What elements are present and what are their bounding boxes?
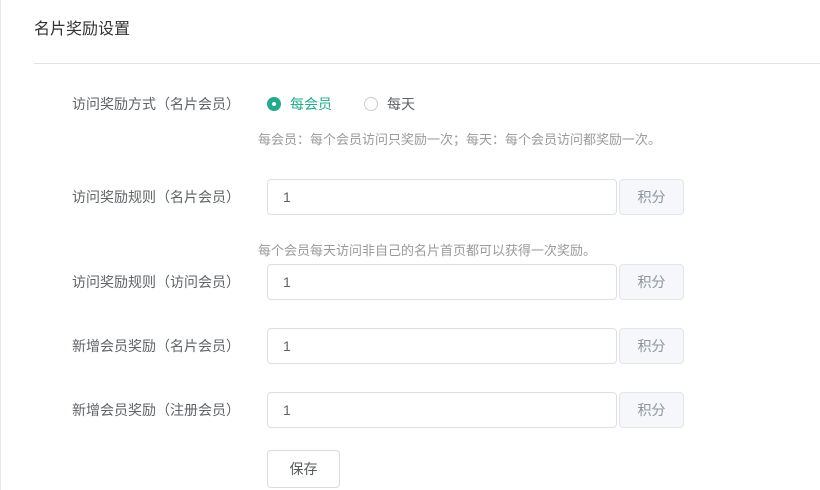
radio-unselected-icon[interactable] bbox=[364, 97, 378, 111]
radio-selected-icon[interactable] bbox=[267, 97, 281, 111]
field-label-visit-rule-card-member: 访问奖励规则（名片会员） bbox=[72, 179, 267, 215]
input-group: 积分 bbox=[267, 179, 684, 215]
points-input-new-member-registered[interactable] bbox=[267, 392, 617, 428]
points-input-visit-rule-card-member[interactable] bbox=[267, 179, 617, 215]
save-button[interactable]: 保存 bbox=[267, 450, 340, 488]
input-suffix-points: 积分 bbox=[619, 392, 684, 428]
input-group: 积分 bbox=[267, 328, 684, 364]
field-label-visit-rule-visitor-member: 访问奖励规则（访问会员） bbox=[72, 264, 267, 300]
field-label-visit-reward-mode: 访问奖励方式（名片会员） bbox=[72, 95, 267, 113]
input-suffix-points: 积分 bbox=[619, 264, 684, 300]
form-row-visit-rule-visitor-member: 访问奖励规则（访问会员） 积分 bbox=[1, 264, 820, 300]
points-input-visit-rule-visitor-member[interactable] bbox=[267, 264, 617, 300]
input-group: 积分 bbox=[267, 392, 684, 428]
input-group: 积分 bbox=[267, 264, 684, 300]
radio-option-label: 每会员 bbox=[290, 94, 332, 114]
radio-option-label: 每天 bbox=[387, 94, 415, 114]
input-suffix-points: 积分 bbox=[619, 328, 684, 364]
helper-text-visit-rule: 每个会员每天访问非自己的名片首页都可以获得一次奖励。 bbox=[258, 243, 820, 258]
radio-option-per-day[interactable]: 每天 bbox=[364, 94, 415, 114]
points-input-new-member-card[interactable] bbox=[267, 328, 617, 364]
field-label-new-member-card: 新增会员奖励（名片会员） bbox=[72, 328, 267, 364]
settings-panel: 名片奖励设置 访问奖励方式（名片会员） 每会员 每天 每会员：每个会员访问只奖励… bbox=[1, 0, 820, 488]
form-row-visit-rule-card-member: 访问奖励规则（名片会员） 积分 bbox=[1, 179, 820, 215]
field-label-new-member-registered: 新增会员奖励（注册会员） bbox=[72, 392, 267, 428]
form-row-new-member-card: 新增会员奖励（名片会员） 积分 bbox=[1, 328, 820, 364]
form-row-new-member-registered: 新增会员奖励（注册会员） 积分 bbox=[1, 392, 820, 428]
radio-option-per-member[interactable]: 每会员 bbox=[267, 94, 332, 114]
radio-group-reward-mode: 每会员 每天 bbox=[267, 94, 415, 114]
helper-text-reward-mode: 每会员：每个会员访问只奖励一次；每天：每个会员访问都奖励一次。 bbox=[258, 132, 820, 147]
input-suffix-points: 积分 bbox=[619, 179, 684, 215]
divider bbox=[34, 63, 820, 64]
page-title: 名片奖励设置 bbox=[34, 20, 820, 39]
form-row-visit-reward-mode: 访问奖励方式（名片会员） 每会员 每天 bbox=[1, 94, 820, 114]
